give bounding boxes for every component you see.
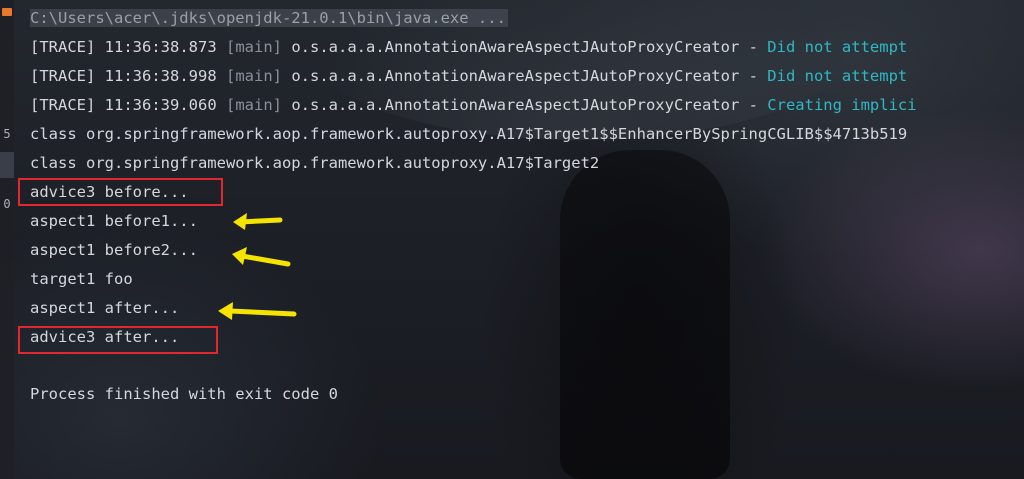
log-level: [TRACE]: [30, 96, 96, 114]
exit-status-line: Process finished with exit code 0: [30, 385, 338, 403]
log-separator: -: [739, 96, 768, 114]
log-message: Did not attempt: [767, 67, 908, 85]
log-thread: [main]: [226, 96, 282, 114]
highlight-box-advice3-after: [18, 326, 218, 354]
log-line: [TRACE] 11:36:39.060 [main] o.s.a.a.a.An…: [30, 95, 917, 115]
output-line: aspect1 after...: [30, 299, 180, 317]
arrow-annotation-icon: [218, 302, 297, 320]
log-level: [TRACE]: [30, 67, 96, 85]
log-logger: o.s.a.a.a.AnnotationAwareAspectJAutoProx…: [291, 96, 740, 114]
log-message: Creating implici: [767, 96, 917, 114]
log-logger: o.s.a.a.a.AnnotationAwareAspectJAutoProx…: [291, 67, 740, 85]
log-time: 11:36:38.873: [104, 38, 217, 56]
output-line: target1 foo: [30, 270, 133, 288]
log-separator: -: [739, 38, 768, 56]
highlight-box-advice3-before: [18, 178, 223, 206]
arrow-annotation-icon: [233, 213, 283, 230]
output-line: aspect1 before1...: [30, 212, 198, 230]
log-line: [TRACE] 11:36:38.873 [main] o.s.a.a.a.An…: [30, 37, 907, 57]
command-line: C:\Users\acer\.jdks\openjdk-21.0.1\bin\j…: [30, 8, 508, 28]
log-level: [TRACE]: [30, 38, 96, 56]
log-logger: o.s.a.a.a.AnnotationAwareAspectJAutoProx…: [291, 38, 740, 56]
run-console-output[interactable]: C:\Users\acer\.jdks\openjdk-21.0.1\bin\j…: [0, 0, 1024, 479]
log-thread: [main]: [226, 38, 282, 56]
log-separator: -: [739, 67, 768, 85]
output-line: class org.springframework.aop.framework.…: [30, 154, 600, 172]
log-time: 11:36:39.060: [104, 96, 217, 114]
output-line: aspect1 before2...: [30, 241, 198, 259]
log-line: [TRACE] 11:36:38.998 [main] o.s.a.a.a.An…: [30, 66, 907, 86]
log-message: Did not attempt: [767, 38, 908, 56]
log-thread: [main]: [226, 67, 282, 85]
log-time: 11:36:38.998: [104, 67, 217, 85]
arrow-annotation-icon: [232, 247, 291, 267]
output-line: class org.springframework.aop.framework.…: [30, 125, 908, 143]
command-text: C:\Users\acer\.jdks\openjdk-21.0.1\bin\j…: [30, 9, 508, 27]
